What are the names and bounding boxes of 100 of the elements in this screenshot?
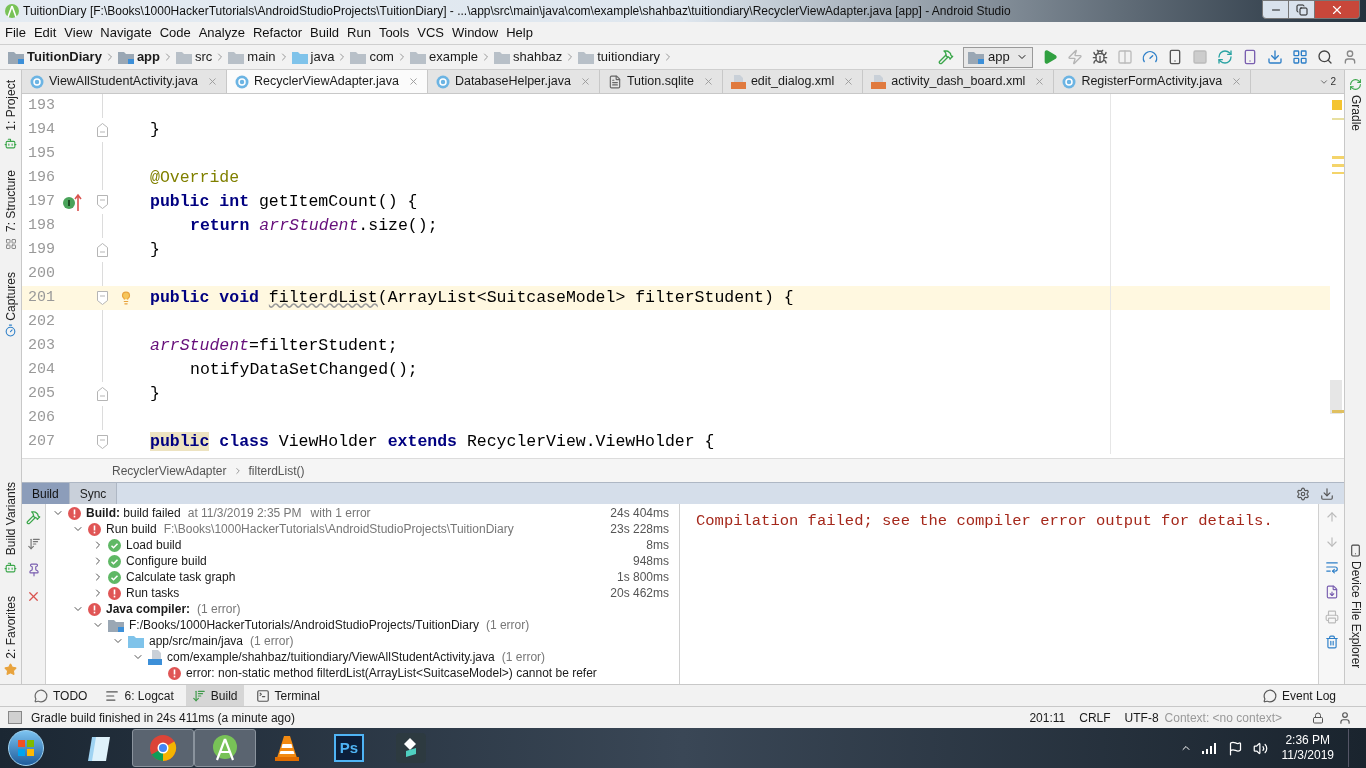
signal-icon[interactable]: [1201, 742, 1218, 754]
tool-window-tab[interactable]: Build: [185, 685, 244, 706]
build-hammer-icon[interactable]: [938, 49, 954, 65]
tool-window-tab[interactable]: Gradle: [1346, 95, 1365, 132]
tool-window-tab[interactable]: Captures: [1, 271, 20, 321]
tree-item-label[interactable]: Calculate task graph: [126, 568, 236, 586]
tree-item-label[interactable]: Configure build: [126, 552, 207, 570]
close-tab-icon[interactable]: [1231, 76, 1243, 87]
debug-icon[interactable]: [1092, 49, 1108, 65]
fold-marker-icon[interactable]: [96, 387, 108, 401]
soft-wrap-icon[interactable]: [1324, 560, 1339, 574]
close-tab-icon[interactable]: [843, 76, 855, 87]
maximize-button[interactable]: [1289, 0, 1315, 19]
menu-item[interactable]: Tools: [374, 23, 414, 43]
breadcrumb-item[interactable]: com: [350, 47, 394, 67]
tool-window-tab[interactable]: Device File Explorer: [1346, 560, 1365, 668]
panel-tab[interactable]: Build: [22, 483, 70, 504]
close-tab-icon[interactable]: [579, 76, 591, 87]
settings-icon[interactable]: [1296, 486, 1310, 501]
tool-window-tab[interactable]: 6: Logcat: [99, 685, 180, 706]
fold-marker-icon[interactable]: [96, 243, 108, 257]
speech-bubble-icon[interactable]: [1262, 688, 1277, 703]
build-hammer-icon[interactable]: [26, 510, 41, 525]
close-tab-icon[interactable]: [206, 76, 218, 87]
sync-icon[interactable]: [1217, 49, 1233, 65]
tree-item-label[interactable]: error: non-static method filterdList(ArrayList<SuitcaseModel>) cannot be refer: [186, 664, 597, 682]
tree-item-label[interactable]: com/example/shahbaz/tuitiondiary/ViewAllStudentActivity.java: [167, 648, 495, 666]
action-center-flag-icon[interactable]: [1227, 740, 1243, 756]
tool-window-tab[interactable]: Terminal: [249, 685, 326, 706]
hide-panel-icon[interactable]: [1320, 486, 1334, 501]
line-separator-selector[interactable]: CRLF: [1079, 708, 1111, 727]
tree-item-label[interactable]: Build: build failed: [86, 504, 181, 522]
breadcrumb-item[interactable]: java: [291, 47, 335, 67]
restore-icon[interactable]: [1295, 3, 1308, 16]
tree-item-label[interactable]: Run build: [106, 520, 157, 538]
lock-icon[interactable]: [1312, 711, 1324, 724]
phone-icon[interactable]: [1167, 49, 1183, 65]
editor-tab[interactable]: RecyclerViewAdapter.java: [226, 70, 428, 93]
event-log-tab[interactable]: Event Log: [1262, 685, 1336, 706]
menu-item[interactable]: Edit: [29, 23, 61, 43]
up-arrow-icon[interactable]: [1324, 510, 1339, 524]
down-arrow-icon[interactable]: [1324, 535, 1339, 549]
run-config-dropdown[interactable]: app: [963, 46, 1033, 68]
profiler-icon[interactable]: [1142, 49, 1158, 65]
tree-item-label[interactable]: Load build: [126, 536, 182, 554]
tree-item-label[interactable]: Run tasks: [126, 584, 180, 602]
sdk-download-icon[interactable]: [1267, 49, 1283, 65]
device-manager-icon[interactable]: [1242, 49, 1258, 65]
close-icon[interactable]: [26, 589, 41, 604]
menu-item[interactable]: Code: [155, 23, 195, 43]
start-button[interactable]: [8, 730, 44, 766]
tool-window-tab[interactable]: TODO: [28, 685, 94, 706]
export-icon[interactable]: [1324, 585, 1339, 599]
caret-position[interactable]: 201:11: [1029, 708, 1066, 727]
breadcrumb-item[interactable]: app: [117, 47, 160, 67]
trash-icon[interactable]: [1324, 635, 1339, 649]
run-icon[interactable]: [1042, 49, 1058, 65]
minimize-button[interactable]: [1262, 0, 1289, 19]
menu-item[interactable]: Analyze: [194, 23, 249, 43]
panel-tab[interactable]: Sync: [69, 483, 118, 504]
taskbar-button[interactable]: [194, 729, 256, 767]
tree-item-label[interactable]: Java compiler:: [106, 600, 191, 618]
breadcrumb-item[interactable]: src: [176, 47, 213, 67]
menu-item[interactable]: View: [60, 23, 97, 43]
menu-item[interactable]: Refactor: [248, 23, 307, 43]
fold-marker-icon[interactable]: [96, 123, 108, 137]
pin-icon[interactable]: [26, 563, 41, 577]
menu-item[interactable]: File: [1, 23, 30, 43]
close-tab-icon[interactable]: [1034, 76, 1046, 87]
lightning-icon[interactable]: [1067, 49, 1083, 65]
user-icon[interactable]: [1342, 49, 1358, 65]
tool-window-tab[interactable]: 1: Project: [1, 80, 20, 131]
menu-item[interactable]: Navigate: [96, 23, 156, 43]
menu-item[interactable]: VCS: [413, 23, 448, 43]
close-tab-icon[interactable]: [702, 76, 714, 87]
volume-icon[interactable]: [1252, 740, 1268, 756]
project-structure-icon[interactable]: [1292, 49, 1308, 65]
breadcrumb-item[interactable]: RecyclerViewAdapter: [112, 461, 227, 480]
fold-marker-icon[interactable]: [96, 195, 108, 209]
sort-icon[interactable]: [26, 537, 41, 551]
breadcrumb-item[interactable]: filterdList(): [248, 461, 305, 480]
search-icon[interactable]: [1317, 49, 1333, 65]
close-tab-icon[interactable]: [407, 76, 419, 87]
menu-item[interactable]: Run: [343, 23, 375, 43]
tree-item-label[interactable]: app/src/main/java: [149, 632, 244, 650]
print-icon[interactable]: [1324, 610, 1339, 624]
breadcrumb-item[interactable]: tuitiondiary: [578, 47, 661, 67]
clock[interactable]: 2:36 PM 11/3/2019: [1281, 733, 1334, 763]
tool-window-tab[interactable]: Build Variants: [1, 482, 20, 556]
tool-window-tab[interactable]: 7: Structure: [1, 169, 20, 232]
lightbulb-icon[interactable]: [119, 290, 133, 306]
tool-window-tab[interactable]: 2: Favorites: [1, 596, 20, 659]
fold-marker-icon[interactable]: [96, 435, 108, 449]
breadcrumb-item[interactable]: main: [228, 47, 276, 67]
close-button[interactable]: [1315, 0, 1360, 19]
implements-marker-icon[interactable]: [62, 193, 84, 211]
menu-item[interactable]: Window: [447, 23, 503, 43]
breadcrumb-item[interactable]: TuitionDiary: [8, 47, 102, 67]
menu-item[interactable]: Build: [306, 23, 343, 43]
hidden-tab-count[interactable]: 2: [1330, 74, 1336, 89]
